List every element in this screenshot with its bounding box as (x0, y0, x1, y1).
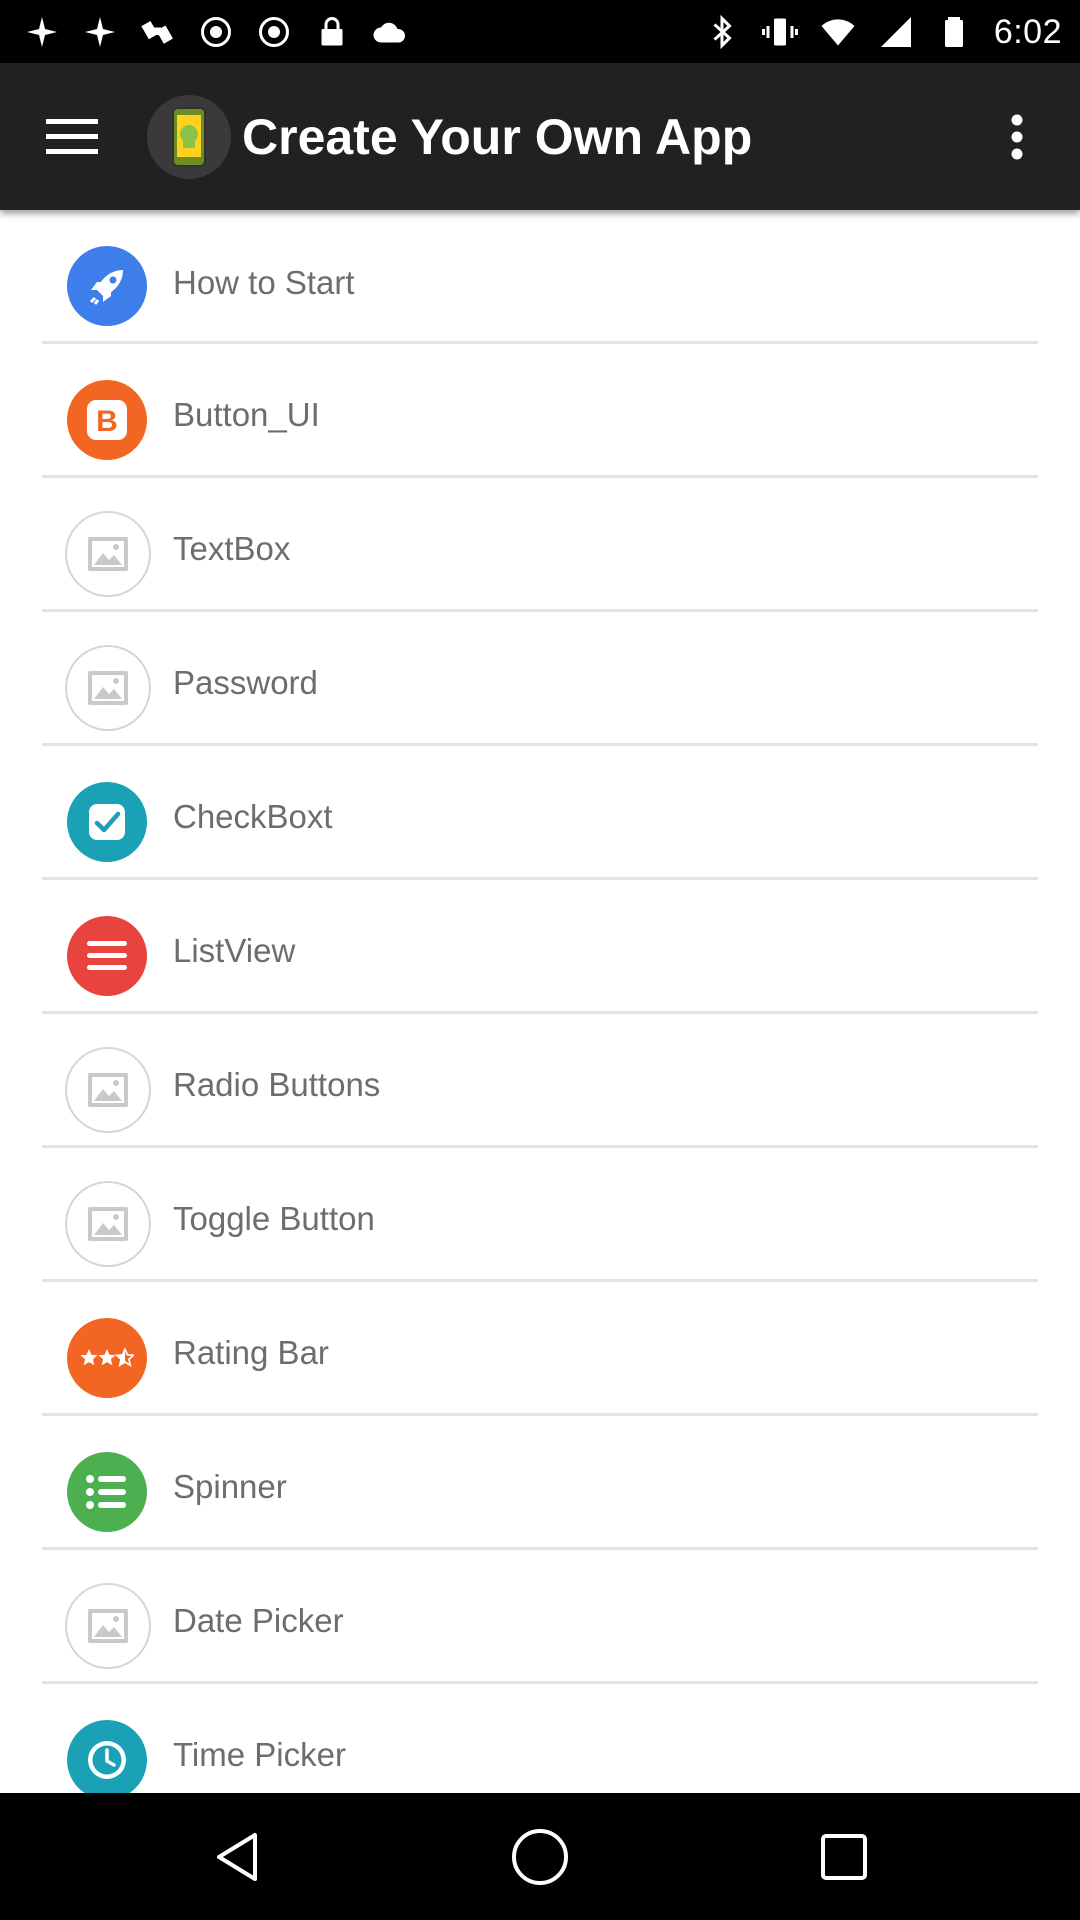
clock-icon (67, 1720, 147, 1793)
list-item-label: Rating Bar (173, 1334, 329, 1371)
recents-square-icon[interactable] (812, 1825, 876, 1889)
home-circle-icon[interactable] (508, 1825, 572, 1889)
letter-b-icon: B (67, 380, 147, 460)
list-item-date-picker[interactable]: Date Picker (42, 1550, 1038, 1684)
image-placeholder-icon (65, 1583, 151, 1669)
list-item-label: Spinner (173, 1468, 287, 1505)
back-triangle-icon[interactable] (205, 1825, 269, 1889)
list-lines-icon (67, 916, 147, 996)
list-item-textbox[interactable]: TextBox (42, 478, 1038, 612)
image-placeholder-icon (65, 511, 151, 597)
status-time: 6:02 (993, 12, 1062, 51)
list-item-label: ListView (173, 932, 296, 969)
app-bar: Create Your Own App (0, 63, 1080, 210)
list-item-rating-bar[interactable]: Rating Bar (42, 1282, 1038, 1416)
app-title: Create Your Own App (242, 109, 753, 165)
list-item-radio-buttons[interactable]: Radio Buttons (42, 1014, 1038, 1148)
image-placeholder-icon (65, 1181, 151, 1267)
list-item-label: How to Start (173, 264, 355, 301)
lock-icon (314, 14, 350, 50)
photos-icon (24, 14, 60, 50)
signal-icon (878, 14, 914, 50)
list-item-label: CheckBoxt (173, 798, 333, 835)
list-item-label: Date Picker (173, 1602, 344, 1639)
image-placeholder-icon (65, 1047, 151, 1133)
list-item-how-to-start[interactable]: How to Start (42, 210, 1038, 344)
list-item-label: Radio Buttons (173, 1066, 381, 1103)
list-item-label: Button_UI (173, 396, 320, 433)
bluetooth-icon (704, 14, 740, 50)
bulleted-list-icon (67, 1452, 147, 1532)
wifi-icon (820, 14, 856, 50)
battery-icon (936, 14, 972, 50)
svg-text:B: B (96, 405, 118, 438)
photos-icon (82, 14, 118, 50)
vibrate-icon (761, 14, 798, 50)
rocket-icon (67, 246, 147, 326)
list-item-button-ui[interactable]: B Button_UI (42, 344, 1038, 478)
stars-icon (67, 1318, 147, 1398)
list-item-label: Password (173, 664, 318, 701)
app-logo (147, 95, 231, 179)
list-item-label: Toggle Button (173, 1200, 375, 1237)
list-item-password[interactable]: Password (42, 612, 1038, 746)
hamburger-menu-icon[interactable] (38, 103, 106, 171)
list-item-checkbox[interactable]: CheckBoxt (42, 746, 1038, 880)
component-list: How to Start B Button_UI TextBox Passwor… (42, 210, 1038, 1793)
checkbox-icon (67, 782, 147, 862)
email-icon (256, 14, 292, 50)
more-vert-icon[interactable] (992, 103, 1042, 171)
list-item-spinner[interactable]: Spinner (42, 1416, 1038, 1550)
list-item-listview[interactable]: ListView (42, 880, 1038, 1014)
fake-gps-icon (140, 14, 176, 50)
content-area: How to Start B Button_UI TextBox Passwor… (0, 210, 1080, 1793)
list-item-toggle-button[interactable]: Toggle Button (42, 1148, 1038, 1282)
satellite-icon (198, 14, 234, 50)
list-item-label: Time Picker (173, 1736, 346, 1773)
list-item-label: TextBox (173, 530, 291, 567)
navigation-bar (0, 1793, 1080, 1920)
phone-android-logo-icon (172, 107, 206, 167)
status-bar: 6:02 (0, 0, 1080, 63)
list-item-time-picker[interactable]: Time Picker (42, 1684, 1038, 1793)
cloud-icon (372, 14, 408, 50)
image-placeholder-icon (65, 645, 151, 731)
